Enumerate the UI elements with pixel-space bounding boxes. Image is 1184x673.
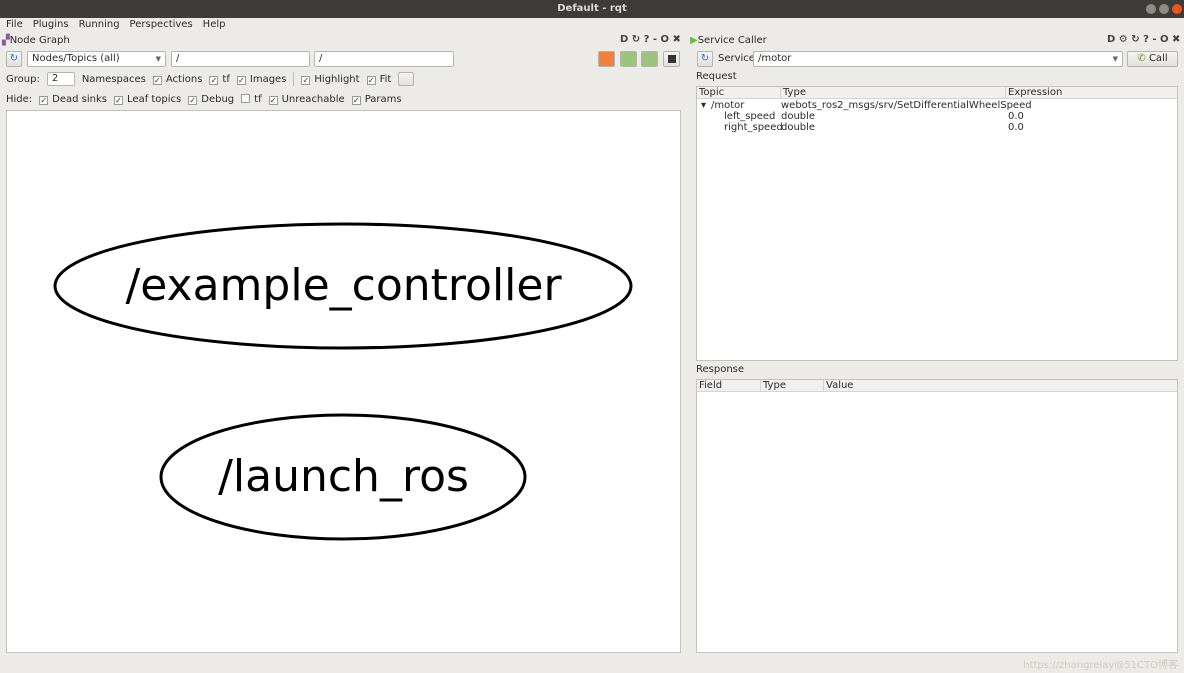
node-graph-dock-controls[interactable]: D ↻ ? - O ✖ <box>620 34 681 45</box>
leaf-topics-checkbox[interactable]: ✓ Leaf topics <box>114 94 181 105</box>
fit-view-button[interactable] <box>398 72 415 86</box>
node-filter-input[interactable]: / <box>171 51 310 67</box>
tree-expand-icon[interactable]: ▾ <box>701 100 706 111</box>
request-label: Request <box>696 71 737 82</box>
service-caller-title: ▶Service Caller <box>690 35 767 46</box>
menu-running[interactable]: Running <box>79 18 120 32</box>
graph-canvas[interactable]: /example_controller /launch_ros <box>6 110 681 653</box>
params-checkbox[interactable]: ✓ Params <box>351 94 402 105</box>
menu-plugins[interactable]: Plugins <box>33 18 69 32</box>
hide-label: Hide: <box>6 93 33 105</box>
group-label: Group: <box>6 73 40 85</box>
graph-node-example-controller[interactable]: /example_controller <box>7 259 680 313</box>
group-options-row: Group: 2 Namespaces ✓ Actions ✓ tf ✓ Images… <box>6 72 415 86</box>
tf-checkbox[interactable]: ✓ tf <box>209 74 230 85</box>
watermark: https://zhangrelay@51CTO博客 <box>1023 660 1178 671</box>
node-graph-title: ▞Node Graph <box>2 35 70 46</box>
save-dot-button[interactable] <box>620 51 637 67</box>
window-title: Default - rqt <box>557 3 627 14</box>
fit-checkbox[interactable]: ✓ Fit <box>366 74 391 85</box>
menu-bar: File Plugins Running Perspectives Help <box>0 18 1184 32</box>
minimize-button[interactable] <box>1146 4 1156 14</box>
hide-options-row: Hide: ✓ Dead sinks ✓ Leaf topics ✓ Debug tf… <box>6 92 402 106</box>
plugin-icon: ▞ <box>2 35 10 46</box>
response-label: Response <box>696 364 745 375</box>
request-row-type: double <box>781 122 816 133</box>
menu-help[interactable]: Help <box>203 18 226 32</box>
service-select[interactable]: /motor ▼ <box>753 51 1123 67</box>
request-row-type: double <box>781 111 816 122</box>
menu-file[interactable]: File <box>6 18 23 32</box>
hide-tf-checkbox[interactable]: tf <box>241 93 262 105</box>
chevron-down-icon: ▼ <box>155 55 161 63</box>
save-image-button[interactable] <box>663 51 680 67</box>
refresh-button[interactable]: ↻ <box>6 51 22 67</box>
actions-checkbox[interactable]: ✓ Actions <box>152 74 202 85</box>
phone-icon: ✆ <box>1137 53 1146 64</box>
graph-node-launch-ros[interactable]: /launch_ros <box>7 450 680 504</box>
group-spinbox[interactable]: 2 <box>46 72 75 86</box>
request-row-expression[interactable]: 0.0 <box>1008 122 1024 133</box>
request-row-topic: right_speed <box>724 122 783 133</box>
unreachable-checkbox[interactable]: ✓ Unreachable <box>268 94 345 105</box>
maximize-button[interactable] <box>1159 4 1169 14</box>
request-row-expression[interactable]: 0.0 <box>1008 111 1024 122</box>
request-row-topic: left_speed <box>724 111 776 122</box>
request-row-type: webots_ros2_msgs/srv/SetDifferentialWhee… <box>781 100 1032 111</box>
graph-mode-select[interactable]: Nodes/Topics (all) ▼ <box>27 51 166 67</box>
load-dot-button[interactable] <box>598 51 615 67</box>
save-svg-button[interactable] <box>641 51 658 67</box>
response-tree[interactable]: Field Type Value <box>696 379 1178 653</box>
service-caller-dock-controls[interactable]: D ⚙ ↻ ? - O ✖ <box>1107 34 1180 45</box>
play-icon: ▶ <box>690 35 698 46</box>
debug-checkbox[interactable]: ✓ Debug <box>188 94 234 105</box>
service-refresh-button[interactable]: ↻ <box>697 51 713 67</box>
request-row-topic: /motor <box>711 100 745 111</box>
menu-perspectives[interactable]: Perspectives <box>130 18 193 32</box>
close-button[interactable] <box>1172 4 1182 14</box>
dead-sinks-checkbox[interactable]: ✓ Dead sinks <box>39 94 107 105</box>
window-titlebar: Default - rqt <box>0 0 1184 18</box>
namespaces-label: Namespaces <box>81 73 146 85</box>
topic-filter-input[interactable]: / <box>314 51 454 67</box>
highlight-checkbox[interactable]: ✓ Highlight <box>301 74 360 85</box>
chevron-down-icon: ▼ <box>1112 55 1118 63</box>
call-button[interactable]: ✆ Call <box>1127 51 1178 67</box>
request-tree[interactable]: Topic Type Expression ▾ /motor webots_ros2… <box>696 86 1178 361</box>
service-label: Service <box>718 53 755 64</box>
divider <box>293 72 295 86</box>
images-checkbox[interactable]: ✓ Images <box>236 74 286 85</box>
